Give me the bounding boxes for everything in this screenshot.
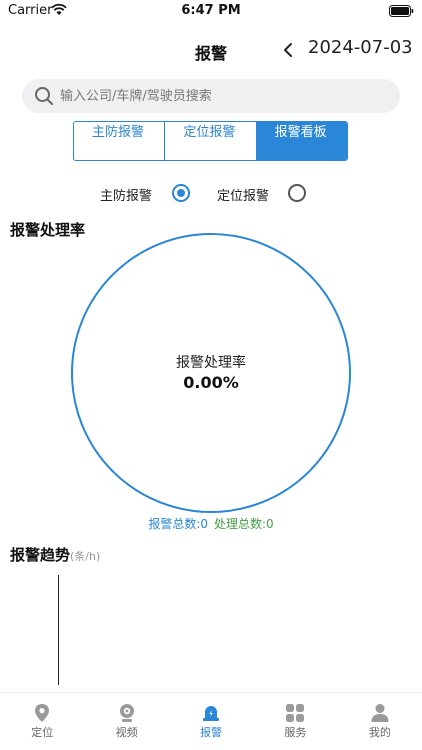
- radio-active-defense[interactable]: [172, 184, 190, 202]
- location-icon: [35, 704, 50, 722]
- search-icon: [35, 87, 53, 105]
- chevron-left-icon[interactable]: [282, 41, 294, 59]
- search-input[interactable]: [60, 79, 390, 113]
- radio-label-location: 定位报警: [217, 189, 270, 204]
- status-time: 6:47 PM: [181, 3, 241, 18]
- totals-row: 报警总数:0 处理总数:0: [0, 515, 422, 532]
- radio-location[interactable]: [288, 184, 306, 202]
- tab-label: 我的: [368, 726, 391, 739]
- trend-y-axis: [58, 575, 59, 685]
- tab-label: 定位: [31, 726, 54, 739]
- bottom-tab-bar: 定位 视频 报警 服务 我的: [0, 692, 422, 750]
- tab-alarm[interactable]: 报警: [169, 693, 253, 750]
- trend-unit: (条/h): [70, 550, 101, 563]
- alarm-filter-radios: 主防报警 定位报警: [0, 182, 422, 206]
- tab-location[interactable]: 定位: [0, 693, 84, 750]
- grid-icon: [286, 704, 305, 722]
- trend-section-title: 报警趋势: [10, 546, 71, 564]
- tab-label: 服务: [284, 726, 307, 739]
- tab-mine[interactable]: 我的: [338, 693, 422, 750]
- trend-section-heading: 报警趋势(条/h): [10, 544, 100, 565]
- total-alarms: 报警总数:0: [148, 517, 208, 531]
- rate-section-title: 报警处理率: [10, 221, 86, 239]
- search-bar: [22, 79, 400, 113]
- rate-center-label: 报警处理率: [176, 355, 246, 371]
- total-handled: 处理总数:0: [214, 517, 274, 531]
- tab-location-alarm[interactable]: 定位报警: [164, 122, 256, 160]
- alarm-type-tabs: 主防报警 定位报警 报警看板: [73, 121, 348, 161]
- person-icon: [371, 704, 389, 722]
- rate-center-value: 0.00%: [183, 373, 239, 392]
- tab-video[interactable]: 视频: [84, 693, 168, 750]
- tab-active-defense-alarm[interactable]: 主防报警: [74, 122, 165, 160]
- date-selector[interactable]: 2024-07-03: [308, 37, 413, 58]
- alarm-bell-icon: [203, 706, 220, 721]
- tab-label: 视频: [115, 726, 138, 739]
- camera-icon: [119, 704, 134, 722]
- tab-label: 报警: [200, 726, 223, 739]
- nav-bar: 报警 2024-07-03: [0, 30, 422, 70]
- tab-alarm-dashboard[interactable]: 报警看板: [255, 122, 347, 160]
- tab-service[interactable]: 服务: [253, 693, 337, 750]
- radio-label-active-defense: 主防报警: [100, 189, 153, 204]
- battery-icon: [389, 5, 414, 17]
- status-bar: Carrier 6:47 PM: [0, 0, 422, 24]
